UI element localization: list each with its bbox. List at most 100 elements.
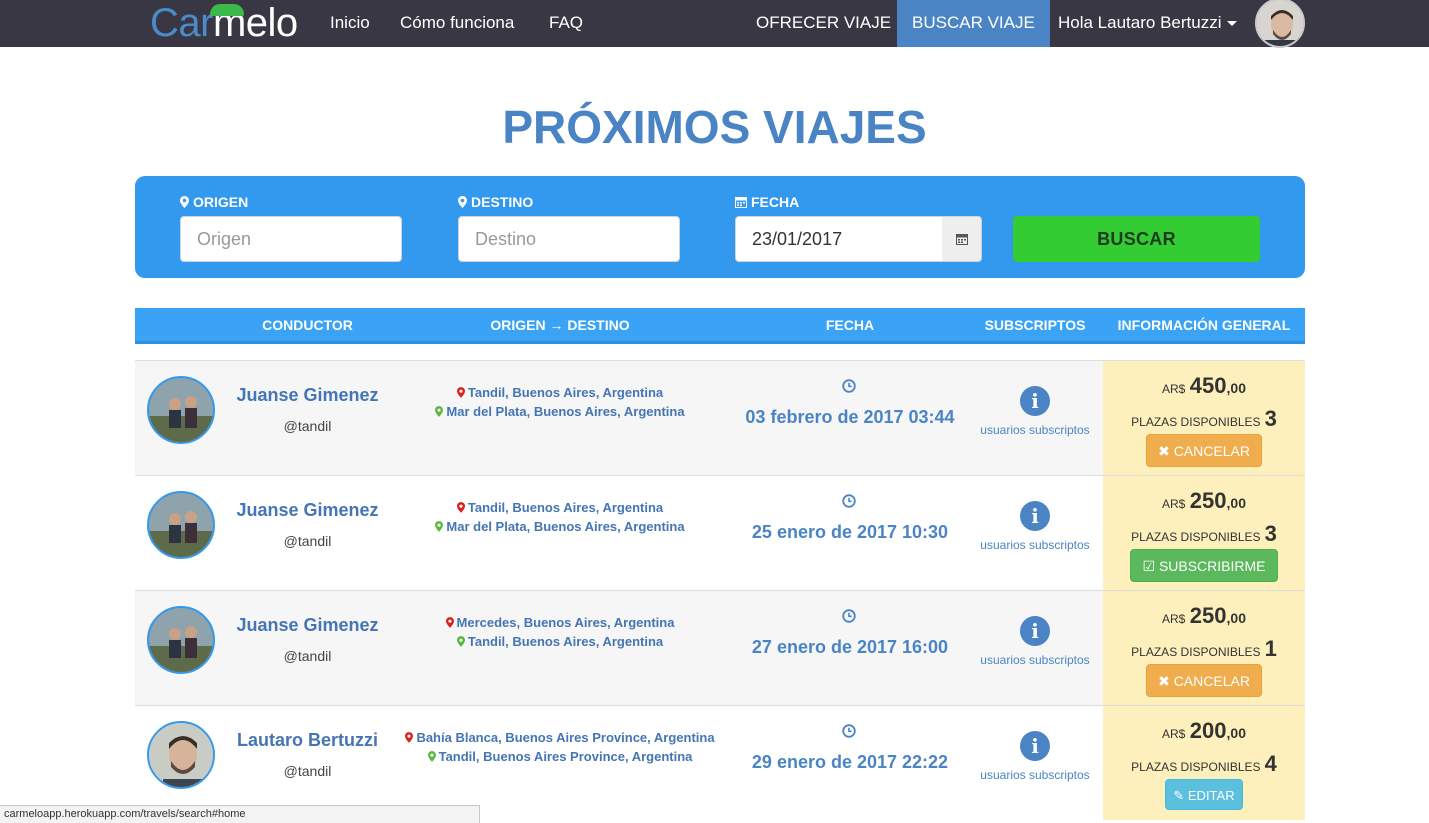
route-destination[interactable]: Mar del Plata, Buenos Aires, Argentina <box>390 517 730 536</box>
search-button[interactable]: BUSCAR <box>1013 216 1260 262</box>
subscribed-users-link[interactable]: usuarios subscriptos <box>970 768 1100 782</box>
user-menu-dropdown[interactable]: Hola Lautaro Bertuzzi <box>1058 0 1238 47</box>
search-panel: ORIGEN Origen DESTINO Destino FECHA 23/0… <box>135 176 1305 278</box>
origin-input[interactable]: Origen <box>180 216 402 262</box>
info-icon[interactable]: i <box>1020 616 1050 646</box>
seats-label: PLAZAS DISPONIBLES <box>1131 530 1261 544</box>
price-cents: ,00 <box>1226 495 1246 511</box>
user-avatar[interactable] <box>1255 0 1305 48</box>
brand-logo-part1: Car <box>150 1 213 45</box>
route-destination[interactable]: Tandil, Buenos Aires, Argentina <box>390 632 730 651</box>
price-currency: AR$ <box>1162 727 1186 741</box>
driver-handle: @tandil <box>283 418 332 434</box>
route-cell: Mercedes, Buenos Aires, Argentina Tandil… <box>390 613 730 651</box>
nav-link-faq[interactable]: FAQ <box>549 0 583 47</box>
subscribe-button[interactable]: ☑ SUBSCRIBIRME <box>1130 549 1278 582</box>
date-picker-button[interactable] <box>942 216 982 262</box>
table-row: Juanse Gimenez @tandil Tandil, Buenos Ai… <box>135 360 1305 475</box>
nav-offer-trip[interactable]: OFRECER VIAJE <box>756 0 891 47</box>
browser-status-bar: carmeloapp.herokuapp.com/travels/search#… <box>0 805 480 823</box>
trip-date: 03 febrero de 2017 03:44 <box>745 407 955 427</box>
map-marker-icon <box>458 196 467 208</box>
route-cell: Tandil, Buenos Aires, Argentina Mar del … <box>390 498 730 536</box>
route-origin[interactable]: Tandil, Buenos Aires, Argentina <box>390 498 730 517</box>
info-icon[interactable]: i <box>1020 731 1050 761</box>
driver-name[interactable]: Juanse Gimenez <box>235 500 380 521</box>
driver-avatar[interactable] <box>147 491 215 559</box>
green-marker-icon <box>456 636 465 647</box>
route-origin[interactable]: Bahía Blanca, Buenos Aires Province, Arg… <box>390 728 730 747</box>
green-marker-icon <box>435 521 444 532</box>
route-cell: Bahía Blanca, Buenos Aires Province, Arg… <box>390 728 730 766</box>
close-icon: ✖ <box>1158 443 1174 459</box>
nav-link-como-funciona[interactable]: Cómo funciona <box>400 0 514 47</box>
price-currency: AR$ <box>1162 497 1186 511</box>
info-icon[interactable]: i <box>1020 386 1050 416</box>
origin-text: Mercedes, Buenos Aires, Argentina <box>456 615 675 630</box>
nav-link-inicio[interactable]: Inicio <box>330 0 370 47</box>
available-seats: PLAZAS DISPONIBLES 3 <box>1103 521 1305 547</box>
green-marker-icon <box>435 406 444 417</box>
close-icon: ✖ <box>1158 673 1174 689</box>
cancel-button-label: CANCELAR <box>1173 673 1250 689</box>
trip-price: AR$ 250,00 <box>1103 603 1305 629</box>
route-destination[interactable]: Tandil, Buenos Aires Province, Argentina <box>390 747 730 766</box>
destination-label: DESTINO <box>458 194 533 210</box>
clock-icon <box>842 609 856 623</box>
table-header: CONDUCTOR ORIGEN → DESTINO FECHA SUBSCRI… <box>135 308 1305 344</box>
destination-text: Mar del Plata, Buenos Aires, Argentina <box>446 519 685 534</box>
trip-date: 29 enero de 2017 22:22 <box>751 752 949 772</box>
price-amount: 250 <box>1189 603 1227 628</box>
subscribed-users-link[interactable]: usuarios subscriptos <box>970 538 1100 552</box>
clock-icon <box>842 724 856 738</box>
cancel-button[interactable]: ✖ CANCELAR <box>1146 664 1262 697</box>
price-amount: 450 <box>1189 373 1227 398</box>
trip-price: AR$ 450,00 <box>1103 373 1305 399</box>
route-cell: Tandil, Buenos Aires, Argentina Mar del … <box>390 383 730 421</box>
checkbox-icon: ☑ <box>1142 558 1159 574</box>
subscribed-users-link[interactable]: usuarios subscriptos <box>970 653 1100 667</box>
available-seats: PLAZAS DISPONIBLES 3 <box>1103 406 1305 432</box>
driver-avatar[interactable] <box>147 376 215 444</box>
page-title: PRÓXIMOS VIAJES <box>502 101 927 153</box>
general-info-cell: AR$ 250,00 PLAZAS DISPONIBLES 3 ☑ SUBSCRI… <box>1103 476 1305 590</box>
table-row: Juanse Gimenez @tandil Mercedes, Buenos … <box>135 590 1305 705</box>
price-amount: 200 <box>1189 718 1227 743</box>
info-icon[interactable]: i <box>1020 501 1050 531</box>
route-origin[interactable]: Tandil, Buenos Aires, Argentina <box>390 383 730 402</box>
driver-avatar[interactable] <box>147 606 215 674</box>
subscribed-users-link[interactable]: usuarios subscriptos <box>970 423 1100 437</box>
header-route: ORIGEN → DESTINO <box>490 317 630 333</box>
brand-logo[interactable]: Carmelo <box>150 2 298 44</box>
top-navbar: Carmelo Inicio Cómo funciona FAQ OFRECER… <box>0 0 1429 48</box>
origin-label: ORIGEN <box>180 194 248 210</box>
destination-text: Mar del Plata, Buenos Aires, Argentina <box>446 404 685 419</box>
general-info-cell: AR$ 450,00 PLAZAS DISPONIBLES 3 ✖ CANCELA… <box>1103 361 1305 475</box>
date-label: FECHA <box>735 194 799 210</box>
driver-name[interactable]: Juanse Gimenez <box>235 385 380 406</box>
map-marker-icon <box>180 196 189 208</box>
destination-text: Tandil, Buenos Aires, Argentina <box>467 634 664 649</box>
route-origin[interactable]: Mercedes, Buenos Aires, Argentina <box>390 613 730 632</box>
price-currency: AR$ <box>1162 612 1186 626</box>
driver-name[interactable]: Juanse Gimenez <box>235 615 380 636</box>
nav-search-trip[interactable]: BUSCAR VIAJE <box>897 0 1050 47</box>
cancel-button[interactable]: ✖ CANCELAR <box>1146 434 1262 467</box>
header-date: FECHA <box>825 317 875 333</box>
destination-input[interactable]: Destino <box>458 216 680 262</box>
red-marker-icon <box>405 732 414 743</box>
driver-avatar[interactable] <box>147 721 215 789</box>
clock-icon <box>842 379 856 393</box>
route-destination[interactable]: Mar del Plata, Buenos Aires, Argentina <box>390 402 730 421</box>
edit-button[interactable]: ✎ EDITAR <box>1165 779 1243 810</box>
edit-icon: ✎ <box>1173 788 1188 803</box>
driver-name[interactable]: Lautaro Bertuzzi <box>235 730 380 751</box>
origin-label-text: ORIGEN <box>193 194 249 210</box>
header-general-info: INFORMACIÓN GENERAL <box>1117 317 1291 333</box>
price-cents: ,00 <box>1226 725 1246 741</box>
red-marker-icon <box>445 617 454 628</box>
driver-handle: @tandil <box>283 763 332 779</box>
trip-price: AR$ 250,00 <box>1103 488 1305 514</box>
edit-button-label: EDITAR <box>1187 788 1235 803</box>
date-input[interactable]: 23/01/2017 <box>735 216 943 262</box>
